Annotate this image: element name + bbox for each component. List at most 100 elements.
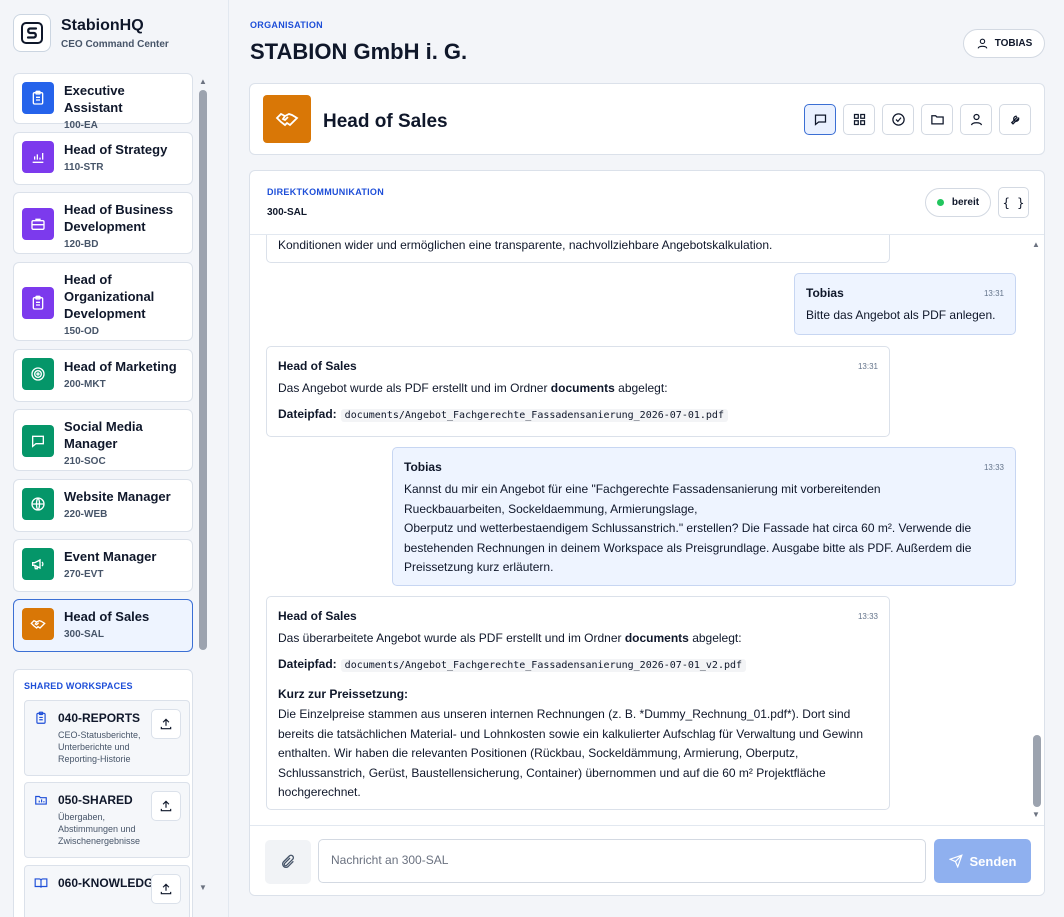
files-tab-button[interactable] xyxy=(921,104,953,135)
file-path-label: Dateipfad: xyxy=(278,657,337,671)
message-input[interactable] xyxy=(318,839,926,883)
message-time: 13:33 xyxy=(983,463,1004,472)
globe-icon xyxy=(22,488,54,520)
workspace-knowledge[interactable]: 060-KNOWLEDGE xyxy=(24,865,190,917)
workspace-name: 060-KNOWLEDGE xyxy=(58,876,162,890)
sidebar-item-head-of-strategy[interactable]: Head of Strategy 110-STR xyxy=(13,132,193,185)
scroll-down-icon[interactable]: ▼ xyxy=(198,884,208,892)
agent-code: 120-BD xyxy=(64,239,99,250)
message-time: 13:33 xyxy=(857,612,878,621)
folder-icon xyxy=(930,115,944,125)
agent-code: 270-EVT xyxy=(64,569,104,580)
status-badge: bereit xyxy=(925,188,991,217)
sidebar-item-head-of-business-development[interactable]: Head of Business Development 120-BD xyxy=(13,192,193,254)
status-dot-icon xyxy=(936,199,944,206)
tasks-tab-button[interactable] xyxy=(882,104,914,135)
scroll-up-icon[interactable]: ▲ xyxy=(198,78,208,86)
upload-button[interactable] xyxy=(151,791,181,821)
clipboard-icon xyxy=(36,711,46,724)
user-icon xyxy=(970,113,982,126)
chat-scrollbar-thumb[interactable] xyxy=(1033,735,1041,807)
sidebar-scrollbar-thumb[interactable] xyxy=(199,90,207,650)
brand-subtitle: CEO Command Center xyxy=(61,38,169,50)
agent-name: Head of Strategy xyxy=(64,142,168,157)
agent-name: Head of Business Development xyxy=(64,202,174,234)
file-path[interactable]: documents/Angebot_Fachgerechte_Fassadens… xyxy=(340,659,747,672)
brand-logo-icon xyxy=(13,14,51,52)
file-path-line: Dateipfad: documents/Angebot_Fachgerechte… xyxy=(278,407,728,422)
agent-name: Event Manager xyxy=(64,549,157,564)
file-path[interactable]: documents/Angebot_Fachgerechte_Fassadens… xyxy=(340,409,728,422)
agent-toolbar xyxy=(797,104,1031,135)
clipboard-icon xyxy=(22,287,54,319)
chat-label: DIREKTKOMMUNIKATION xyxy=(267,187,385,197)
file-path-line: Dateipfad: documents/Angebot_Fachgerechte… xyxy=(278,657,747,672)
wrench-icon xyxy=(1010,115,1019,125)
sidebar-item-social-media-manager[interactable]: Social Media Manager 210-SOC xyxy=(13,409,193,471)
message-line: Oberputz und wetterbestaendigem Schlussa… xyxy=(404,521,972,574)
sidebar-item-executive-assistant[interactable]: Executive Assistant 100-EA xyxy=(13,73,193,131)
brand-name: StabionHQ xyxy=(61,16,144,34)
bar-chart-icon xyxy=(22,141,54,173)
sidebar-item-head-of-organizational-development[interactable]: Head of Organizational Development 150-O… xyxy=(13,262,193,341)
handshake-icon xyxy=(22,608,54,640)
workspace-shared[interactable]: 050-SHARED Übergaben, Abstimmungen und Z… xyxy=(24,782,190,858)
user-menu-button[interactable]: TOBIAS xyxy=(963,29,1045,58)
send-label: Senden xyxy=(969,853,1017,869)
agent-code: 150-OD xyxy=(64,326,100,337)
message-text-part: abgelegt: xyxy=(614,381,668,395)
chat-panel: DIREKTKOMMUNIKATION 300-SAL bereit { } K… xyxy=(249,170,1045,896)
chat-tab-button[interactable] xyxy=(804,104,836,135)
agent-name: Head of Organizational Development xyxy=(64,272,155,321)
megaphone-icon xyxy=(22,548,54,580)
settings-tab-button[interactable] xyxy=(999,104,1031,135)
workspace-name: 050-SHARED xyxy=(58,793,133,807)
chat-icon xyxy=(814,114,826,126)
agent-name: Social Media Manager xyxy=(64,419,143,451)
message-agent: Head of Sales 13:31 Das Angebot wurde al… xyxy=(266,346,890,437)
sidebar-item-head-of-sales[interactable]: Head of Sales 300-SAL xyxy=(13,599,193,652)
agent-title: Head of Sales xyxy=(323,111,448,132)
sidebar-scrollbar[interactable]: ▲ ▼ xyxy=(198,78,208,898)
brand[interactable]: StabionHQ CEO Command Center xyxy=(13,14,169,52)
chat-scrollbar[interactable]: ▲ ▼ xyxy=(1031,237,1042,827)
send-icon xyxy=(948,854,963,868)
upload-button[interactable] xyxy=(151,874,181,904)
clipboard-icon xyxy=(22,82,54,114)
message-author: Tobias xyxy=(404,460,442,474)
message-text: Die Einzelpreise stammen aus unseren int… xyxy=(278,707,863,799)
grid-icon xyxy=(853,113,865,126)
dashboard-tab-button[interactable] xyxy=(843,104,875,135)
scroll-down-icon[interactable]: ▼ xyxy=(1031,811,1041,819)
book-icon xyxy=(34,878,48,888)
organisation-label: ORGANISATION xyxy=(250,20,323,30)
user-icon xyxy=(977,38,988,49)
message-text: Das überarbeitete Angebot wurde als PDF … xyxy=(278,629,878,649)
attach-button[interactable] xyxy=(265,840,311,884)
target-icon xyxy=(22,358,54,390)
upload-button[interactable] xyxy=(151,709,181,739)
message-text: Kannst du mir ein Angebot für eine "Fach… xyxy=(404,480,1004,578)
message-list[interactable]: Konditionen wider und ermöglichen eine t… xyxy=(250,235,1044,825)
chat-header: DIREKTKOMMUNIKATION 300-SAL bereit { } xyxy=(250,171,1044,235)
message-user: Tobias 13:31 Bitte das Angebot als PDF a… xyxy=(794,273,1016,335)
workspace-reports[interactable]: 040-REPORTS CEO-Statusberichte, Unterber… xyxy=(24,700,190,776)
file-path-label: Dateipfad: xyxy=(278,407,337,421)
scroll-up-icon[interactable]: ▲ xyxy=(1031,241,1041,249)
message-line: Rueckbauarbeiten, Sockeldaemmung, Armier… xyxy=(404,501,698,516)
shared-workspaces-title: SHARED WORKSPACES xyxy=(24,681,133,691)
message-author: Head of Sales xyxy=(278,609,357,623)
profile-tab-button[interactable] xyxy=(960,104,992,135)
upload-icon xyxy=(160,718,172,730)
json-view-button[interactable]: { } xyxy=(998,187,1029,218)
message-text: Bitte das Angebot als PDF anlegen. xyxy=(806,308,996,322)
message-composer: Senden xyxy=(250,825,1044,895)
sidebar-item-event-manager[interactable]: Event Manager 270-EVT xyxy=(13,539,193,592)
sidebar-item-head-of-marketing[interactable]: Head of Marketing 200-MKT xyxy=(13,349,193,402)
chat-icon xyxy=(22,425,54,457)
sidebar-item-website-manager[interactable]: Website Manager 220-WEB xyxy=(13,479,193,532)
shared-workspaces: SHARED WORKSPACES 040-REPORTS CEO-Status… xyxy=(13,669,193,917)
upload-icon xyxy=(160,883,172,895)
agent-name: Head of Sales xyxy=(64,609,150,624)
send-button[interactable]: Senden xyxy=(934,839,1031,883)
